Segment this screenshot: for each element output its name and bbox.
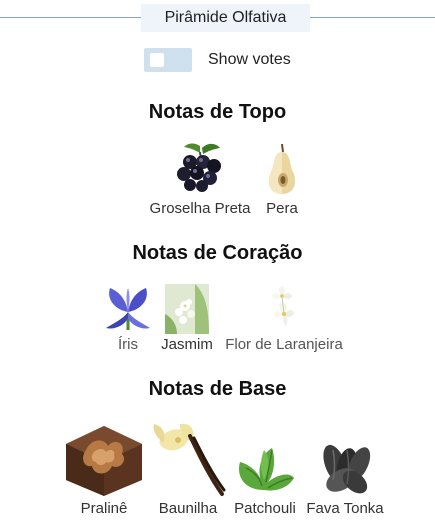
iris-icon xyxy=(106,288,150,330)
show-votes-row: Show votes xyxy=(144,48,291,72)
heart-notes-title: Notas de Coração xyxy=(132,242,303,264)
vanilla-icon xyxy=(153,423,226,496)
note-patchouli[interactable]: Patchouli xyxy=(228,420,302,518)
note-label: Groselha Preta xyxy=(149,200,251,217)
note-label: Flor de Laranjeira xyxy=(225,336,343,353)
note-label: Pralinê xyxy=(80,500,128,517)
show-votes-label: Show votes xyxy=(208,51,291,68)
header-divider-left xyxy=(0,17,141,18)
blackcurrant-icon xyxy=(177,143,221,192)
note-label: Íris xyxy=(118,336,138,353)
note-blackcurrant[interactable]: Groselha Preta xyxy=(140,140,260,218)
note-label: Baunilha xyxy=(158,500,218,517)
note-jasmine[interactable]: Jasmim xyxy=(156,284,218,354)
header-divider-right xyxy=(310,17,435,18)
note-orange-blossom[interactable]: Flor de Laranjeira xyxy=(218,284,350,354)
pear-icon xyxy=(268,143,296,194)
orange-blossom-icon xyxy=(272,286,294,326)
note-label: Patchouli xyxy=(234,500,296,517)
note-praline[interactable]: Pralinê xyxy=(62,420,146,518)
note-label: Jasmim xyxy=(161,336,213,353)
note-tonka-bean[interactable]: Fava Tonka xyxy=(302,420,388,518)
note-label: Pera xyxy=(266,200,298,217)
note-pear[interactable]: Pera xyxy=(252,140,312,218)
tonka-bean-icon xyxy=(323,444,371,494)
section-header-title: Pirâmide Olfativa xyxy=(141,4,310,32)
note-label: Fava Tonka xyxy=(306,500,384,517)
jasmine-icon xyxy=(165,284,209,334)
praline-icon xyxy=(66,426,142,496)
show-votes-toggle[interactable] xyxy=(144,48,192,72)
note-vanilla[interactable]: Baunilha xyxy=(146,420,230,518)
toggle-knob xyxy=(150,53,164,67)
note-iris[interactable]: Íris xyxy=(100,284,156,354)
patchouli-icon xyxy=(239,448,294,491)
top-notes-title: Notas de Topo xyxy=(148,101,287,123)
base-notes-title: Notas de Base xyxy=(148,378,287,400)
